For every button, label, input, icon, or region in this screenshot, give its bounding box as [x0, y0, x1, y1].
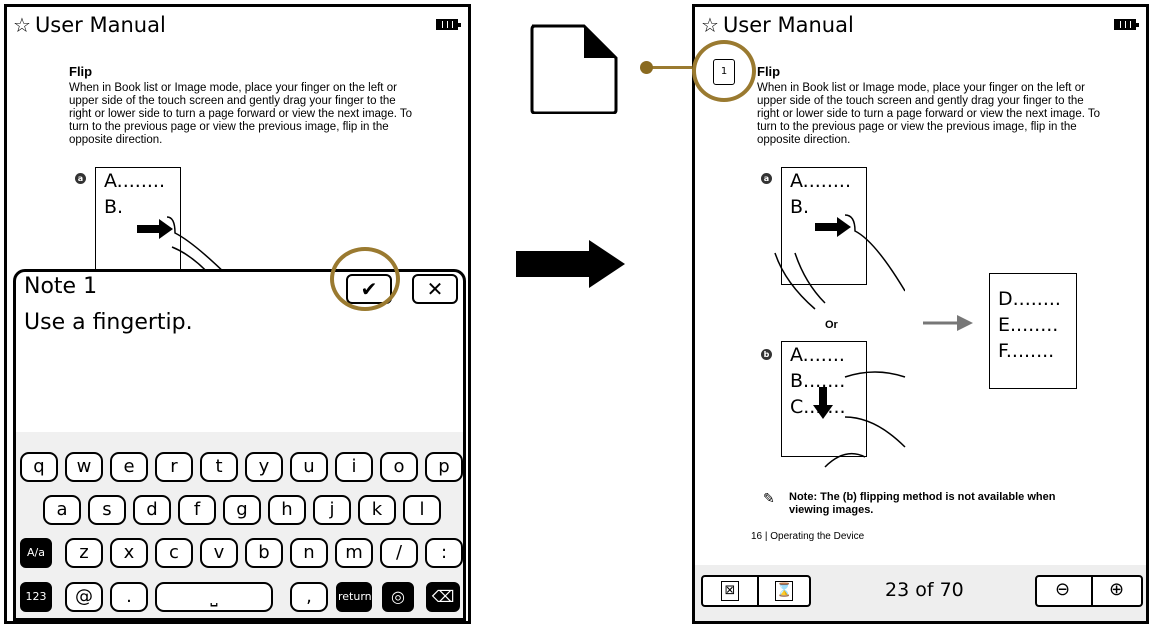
card-line: A........	[104, 170, 165, 192]
backspace-key[interactable]: ⌫	[426, 582, 460, 612]
symbol-key[interactable]: ◎	[382, 582, 414, 612]
title-bar: ☆ User Manual	[695, 7, 1146, 43]
key-c[interactable]: c	[155, 538, 193, 568]
space-key[interactable]: ⎵	[155, 582, 273, 612]
highlight-circle	[330, 247, 400, 311]
key-at[interactable]: @	[65, 582, 103, 612]
note-text: Use a fingertip.	[24, 310, 193, 335]
page-count: 23 of 70	[885, 579, 964, 601]
note-title: Note 1	[24, 274, 98, 299]
star-icon[interactable]: ☆	[13, 13, 31, 37]
title-bar: ☆ User Manual	[7, 7, 468, 43]
divider	[1091, 577, 1093, 605]
key-t[interactable]: t	[200, 452, 238, 482]
highlight-circle-marker	[692, 40, 756, 102]
left-device-screen: ☆ User Manual Flip When in Book list or …	[4, 4, 471, 624]
key-k[interactable]: k	[358, 495, 396, 525]
hand-drag-illustration-b	[813, 371, 906, 468]
key-j[interactable]: j	[313, 495, 351, 525]
key-colon[interactable]: :	[425, 538, 463, 568]
note-panel: Note 1 ✔ ✕ Use a fingertip. q w e r t y …	[13, 269, 466, 621]
star-icon[interactable]: ☆	[701, 13, 719, 37]
section-heading: Flip	[69, 64, 93, 79]
right-device-screen: ☆ User Manual 1 Flip When in Book list o…	[692, 4, 1149, 624]
transition-arrow-head	[589, 240, 625, 288]
cancel-button[interactable]: ✕	[412, 274, 458, 304]
divider	[757, 577, 759, 605]
result-card: D........ E........ F........	[989, 273, 1077, 389]
label-a: a	[761, 173, 772, 184]
key-h[interactable]: h	[268, 495, 306, 525]
key-dot[interactable]: .	[110, 582, 148, 612]
zoom-button-group: ⊖ ⊕	[1035, 575, 1143, 607]
key-e[interactable]: e	[110, 452, 148, 482]
key-o[interactable]: o	[380, 452, 418, 482]
key-z[interactable]: z	[65, 538, 103, 568]
key-g[interactable]: g	[223, 495, 261, 525]
app-title: User Manual	[34, 13, 166, 37]
transition-arrow	[516, 251, 591, 277]
battery-icon	[436, 19, 461, 30]
gray-arrow	[923, 315, 973, 331]
case-toggle-key[interactable]: A/a	[20, 538, 52, 568]
label-b: b	[761, 349, 772, 360]
battery-icon	[1114, 19, 1139, 30]
key-p[interactable]: p	[425, 452, 463, 482]
key-r[interactable]: r	[155, 452, 193, 482]
card-line: D........	[998, 288, 1061, 310]
key-d[interactable]: d	[133, 495, 171, 525]
fit-page-icon[interactable]: ⊠	[721, 581, 739, 601]
note-document-icon	[530, 24, 618, 114]
key-w[interactable]: w	[65, 452, 103, 482]
key-a[interactable]: a	[43, 495, 81, 525]
key-comma[interactable]: ,	[290, 582, 328, 612]
key-slash[interactable]: /	[380, 538, 418, 568]
key-q[interactable]: q	[20, 452, 58, 482]
key-f[interactable]: f	[178, 495, 216, 525]
on-screen-keyboard: q w e r t y u i o p a s d f g h j k l A/…	[16, 432, 463, 618]
fit-width-icon[interactable]: ⌛	[775, 581, 793, 601]
hand-drag-illustration	[137, 216, 230, 277]
manual-page: Flip When in Book list or Image mode, pl…	[757, 65, 1102, 147]
zoom-in-icon[interactable]: ⊕	[1109, 579, 1124, 600]
callout-line	[648, 66, 694, 69]
section-body: When in Book list or Image mode, place y…	[757, 82, 1101, 146]
manual-page: Flip When in Book list or Image mode, pl…	[69, 65, 414, 147]
numbers-key[interactable]: 123	[20, 582, 52, 612]
card-line: F........	[998, 340, 1055, 362]
zoom-out-icon[interactable]: ⊖	[1055, 579, 1070, 600]
key-x[interactable]: x	[110, 538, 148, 568]
pencil-icon: ✎	[763, 491, 775, 507]
bottom-toolbar: ⊠ ⌛ 23 of 70 ⊖ ⊕	[695, 565, 1146, 621]
card-line: E........	[998, 314, 1059, 336]
key-l[interactable]: l	[403, 495, 441, 525]
callout-dot	[640, 61, 653, 74]
card-line: A........	[790, 170, 851, 192]
app-title: User Manual	[722, 13, 854, 37]
page-note: Note: The (b) flipping method is not ava…	[789, 491, 1056, 516]
illustration-label-a: a	[75, 173, 86, 184]
key-y[interactable]: y	[245, 452, 283, 482]
key-n[interactable]: n	[290, 538, 328, 568]
section-heading: Flip	[757, 64, 781, 79]
key-u[interactable]: u	[290, 452, 328, 482]
section-body: When in Book list or Image mode, place y…	[69, 82, 413, 146]
key-i[interactable]: i	[335, 452, 373, 482]
hand-drag-illustration-a	[774, 214, 905, 310]
key-b[interactable]: b	[245, 538, 283, 568]
page-footer: 16 | Operating the Device	[751, 531, 865, 542]
key-s[interactable]: s	[88, 495, 126, 525]
key-v[interactable]: v	[200, 538, 238, 568]
or-label: Or	[825, 319, 838, 331]
key-m[interactable]: m	[335, 538, 373, 568]
return-key[interactable]: return	[336, 582, 372, 612]
view-button-group: ⊠ ⌛	[701, 575, 811, 607]
